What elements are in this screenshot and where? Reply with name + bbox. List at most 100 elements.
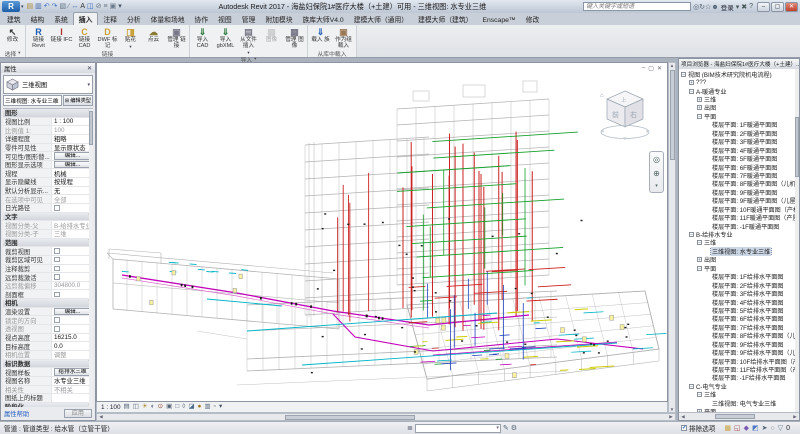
tree-item-label[interactable]: C-电气专业 [695, 382, 728, 390]
temp-view-properties-icon[interactable]: ▥ [204, 404, 210, 411]
tree-row[interactable]: 楼层平面: -1F暖通平面图 [679, 222, 799, 230]
save-icon[interactable]: ▥ [35, 3, 42, 10]
edit-button[interactable]: 编辑... [54, 152, 91, 159]
tree-row[interactable]: 楼层平面: 8F暖通平面图（儿机） [679, 180, 799, 188]
tree-row[interactable]: 楼层平面: 1F暖通平面图 [679, 121, 799, 129]
thin-lines-icon[interactable]: ≡ [103, 3, 107, 10]
tree-row[interactable]: 楼层平面: 7F给排水平面图 [679, 323, 799, 331]
tree-item-label[interactable]: 楼层平面: 7F暖通平面图 [711, 171, 778, 179]
tree-item-label[interactable]: 楼层平面: 6F暖通平面图 [711, 163, 778, 171]
property-value[interactable]: 不相关 [52, 386, 93, 394]
tree-row[interactable]: − 视图 (BIM技术研究院机电流程) [679, 70, 799, 78]
view-restore-icon[interactable]: ▢ [648, 65, 654, 72]
tree-item-label[interactable]: 平面 [703, 264, 717, 272]
tree-item-label[interactable]: A-暖通专业 [695, 87, 727, 95]
select-by-face-icon[interactable]: ◩ [752, 425, 759, 432]
app-menu-caret-icon[interactable]: ▾ [21, 4, 24, 10]
view-minimize-icon[interactable]: – [642, 65, 645, 72]
tree-row[interactable]: 楼层平面: 2F暖通平面图 [679, 129, 799, 137]
worksets-icon[interactable]: ≣ [407, 424, 413, 432]
property-value[interactable]: 无 [52, 187, 93, 195]
tree-row[interactable]: + 平面 [679, 408, 799, 413]
tree-row[interactable]: 楼层平面: 8F给排水平面图（儿机） [679, 332, 799, 340]
scroll-left-icon[interactable]: ◀ [97, 414, 105, 420]
tree-row[interactable]: 三维视图: 电气专业三维 [679, 399, 799, 407]
navigation-bar[interactable]: ◎ ⊕ ▾ [649, 151, 664, 193]
tree-expander-icon[interactable]: + [697, 105, 702, 110]
tree-row[interactable]: 楼层平面: 10F暖通平面图（产机） [679, 205, 799, 213]
view-close-icon[interactable]: ✕ [657, 65, 662, 72]
property-value[interactable]: 按规程 [52, 178, 93, 186]
tree-item-label[interactable]: 三维 [703, 239, 717, 247]
tree-item-label[interactable]: 视图 (BIM技术研究院机电流程) [687, 70, 773, 78]
crop-region-icon[interactable]: □ [175, 404, 179, 411]
property-value[interactable]: 1 : 100 [52, 118, 93, 125]
zoom-icon[interactable]: ⊕ [653, 169, 660, 178]
instance-selector[interactable]: 三维视图: 水专业三维 [3, 95, 62, 106]
tree-row[interactable]: 楼层平面: -1F给排水平面图 [679, 374, 799, 382]
tree-item-label[interactable]: 出图 [703, 104, 717, 112]
select-pinned-icon[interactable]: ◆ [744, 425, 749, 432]
modify-button[interactable]: ↖ 修改 [1, 26, 24, 49]
tree-row[interactable]: 楼层平面: 4F给排水平面图 [679, 298, 799, 306]
scroll-right-icon[interactable]: ▶ [667, 414, 675, 420]
measure-icon[interactable]: ∕ [68, 3, 69, 10]
scroll-down-icon[interactable]: ▼ [670, 407, 674, 412]
property-value[interactable]: 显示原状态 [52, 144, 93, 152]
tree-row[interactable]: 楼层平面: 2F给排水平面图 [679, 281, 799, 289]
property-checkbox[interactable] [54, 248, 60, 254]
tree-row[interactable]: 楼层平面: 10F给排水平面图（产机） [679, 357, 799, 365]
ribbon-button[interactable]: R 链接 Revit [27, 26, 50, 50]
tree-row[interactable]: 楼层平面: 6F暖通平面图 [679, 163, 799, 171]
unlock-3d-icon[interactable]: ◊ [182, 404, 185, 411]
drawing-area[interactable]: – ▢ ✕ ⌂ 上 前 右 ◎ ⊕ ▾ [96, 62, 668, 402]
ribbon-tab[interactable]: 修改 [521, 13, 545, 25]
tree-row[interactable]: 楼层平面: 5F给排水平面图 [679, 306, 799, 314]
ribbon-tab[interactable]: 插入 [73, 12, 99, 25]
tree-expander-icon[interactable]: + [697, 409, 702, 412]
tree-expander-icon[interactable]: − [697, 114, 702, 119]
tree-row[interactable]: 三维视图: 水专业三维 [679, 247, 799, 255]
viewcube-home-icon[interactable]: ⌂ [600, 93, 604, 99]
canvas-vertical-scrollbar[interactable]: ▲ ▼ [668, 62, 676, 413]
select-underlay-icon[interactable]: ◱ [734, 425, 741, 432]
tree-expander-icon[interactable]: − [697, 240, 702, 245]
section-icon[interactable]: ⊘ [96, 3, 102, 10]
ribbon-tab[interactable]: 建模大师（建筑） [413, 13, 477, 25]
tree-row[interactable]: + 出图 [679, 256, 799, 264]
drag-on-selection-icon[interactable]: ➤ [762, 425, 768, 432]
ribbon-tab[interactable]: 系统 [49, 13, 73, 25]
tree-item-label[interactable]: 三维 [703, 95, 717, 103]
tree-item-label[interactable]: 三维视图: 电气专业三维 [711, 399, 777, 407]
tree-item-label[interactable]: 楼层平面: 3F给排水平面图 [711, 289, 784, 297]
property-checkbox[interactable] [54, 257, 60, 263]
viewcube-top-label[interactable]: 上 [621, 96, 627, 104]
tree-row[interactable]: 楼层平面: 11F暖通平面图（产屋） [679, 213, 799, 221]
tree-item-label[interactable]: 楼层平面: 3F暖通平面图 [711, 138, 778, 146]
property-value[interactable]: 0.0 [52, 343, 93, 350]
tree-row[interactable]: + 三维 [679, 95, 799, 103]
tree-item-label[interactable]: 出图 [703, 256, 717, 264]
redo-icon[interactable]: ↷ [52, 3, 58, 10]
close-icon[interactable]: ✕ [87, 65, 92, 72]
tree-item-label[interactable]: B-给排水专业 [695, 230, 734, 238]
aligned-dimension-icon[interactable]: ↔ [71, 3, 78, 10]
property-checkbox[interactable] [54, 266, 60, 272]
viewcube[interactable]: ⌂ 上 前 右 [599, 85, 651, 143]
ribbon-button[interactable]: ▣ 管理 链接 [165, 26, 188, 50]
ribbon-tab[interactable]: 协作 [190, 13, 214, 25]
tree-item-label[interactable]: 楼层平面: 8F给排水平面图（儿机） [711, 332, 799, 340]
tree-item-label[interactable]: 三维视图: 水专业三维 [711, 247, 771, 255]
tree-expander-icon[interactable]: + [689, 80, 694, 85]
ribbon-button[interactable]: ▦ 管理 图像 [283, 26, 306, 55]
tree-item-label[interactable]: 楼层平面: -1F给排水平面图 [711, 374, 786, 382]
reset-icon[interactable]: ○ [770, 425, 774, 432]
ribbon-button[interactable]: ☁ 点云 [142, 26, 165, 50]
ribbon-tab[interactable]: 建模大师（通用） [349, 13, 413, 25]
signin-caret-icon[interactable]: ▾ [736, 3, 740, 11]
ribbon-button[interactable]: ⇓ 导入 CAD [191, 26, 214, 55]
ribbon-tab[interactable]: 管理 [237, 13, 261, 25]
tree-item-label[interactable]: 楼层平面: 6F给排水平面图 [711, 315, 784, 323]
close-button[interactable]: ✕ [785, 2, 798, 12]
tree-row[interactable]: − C-电气专业 [679, 382, 799, 390]
